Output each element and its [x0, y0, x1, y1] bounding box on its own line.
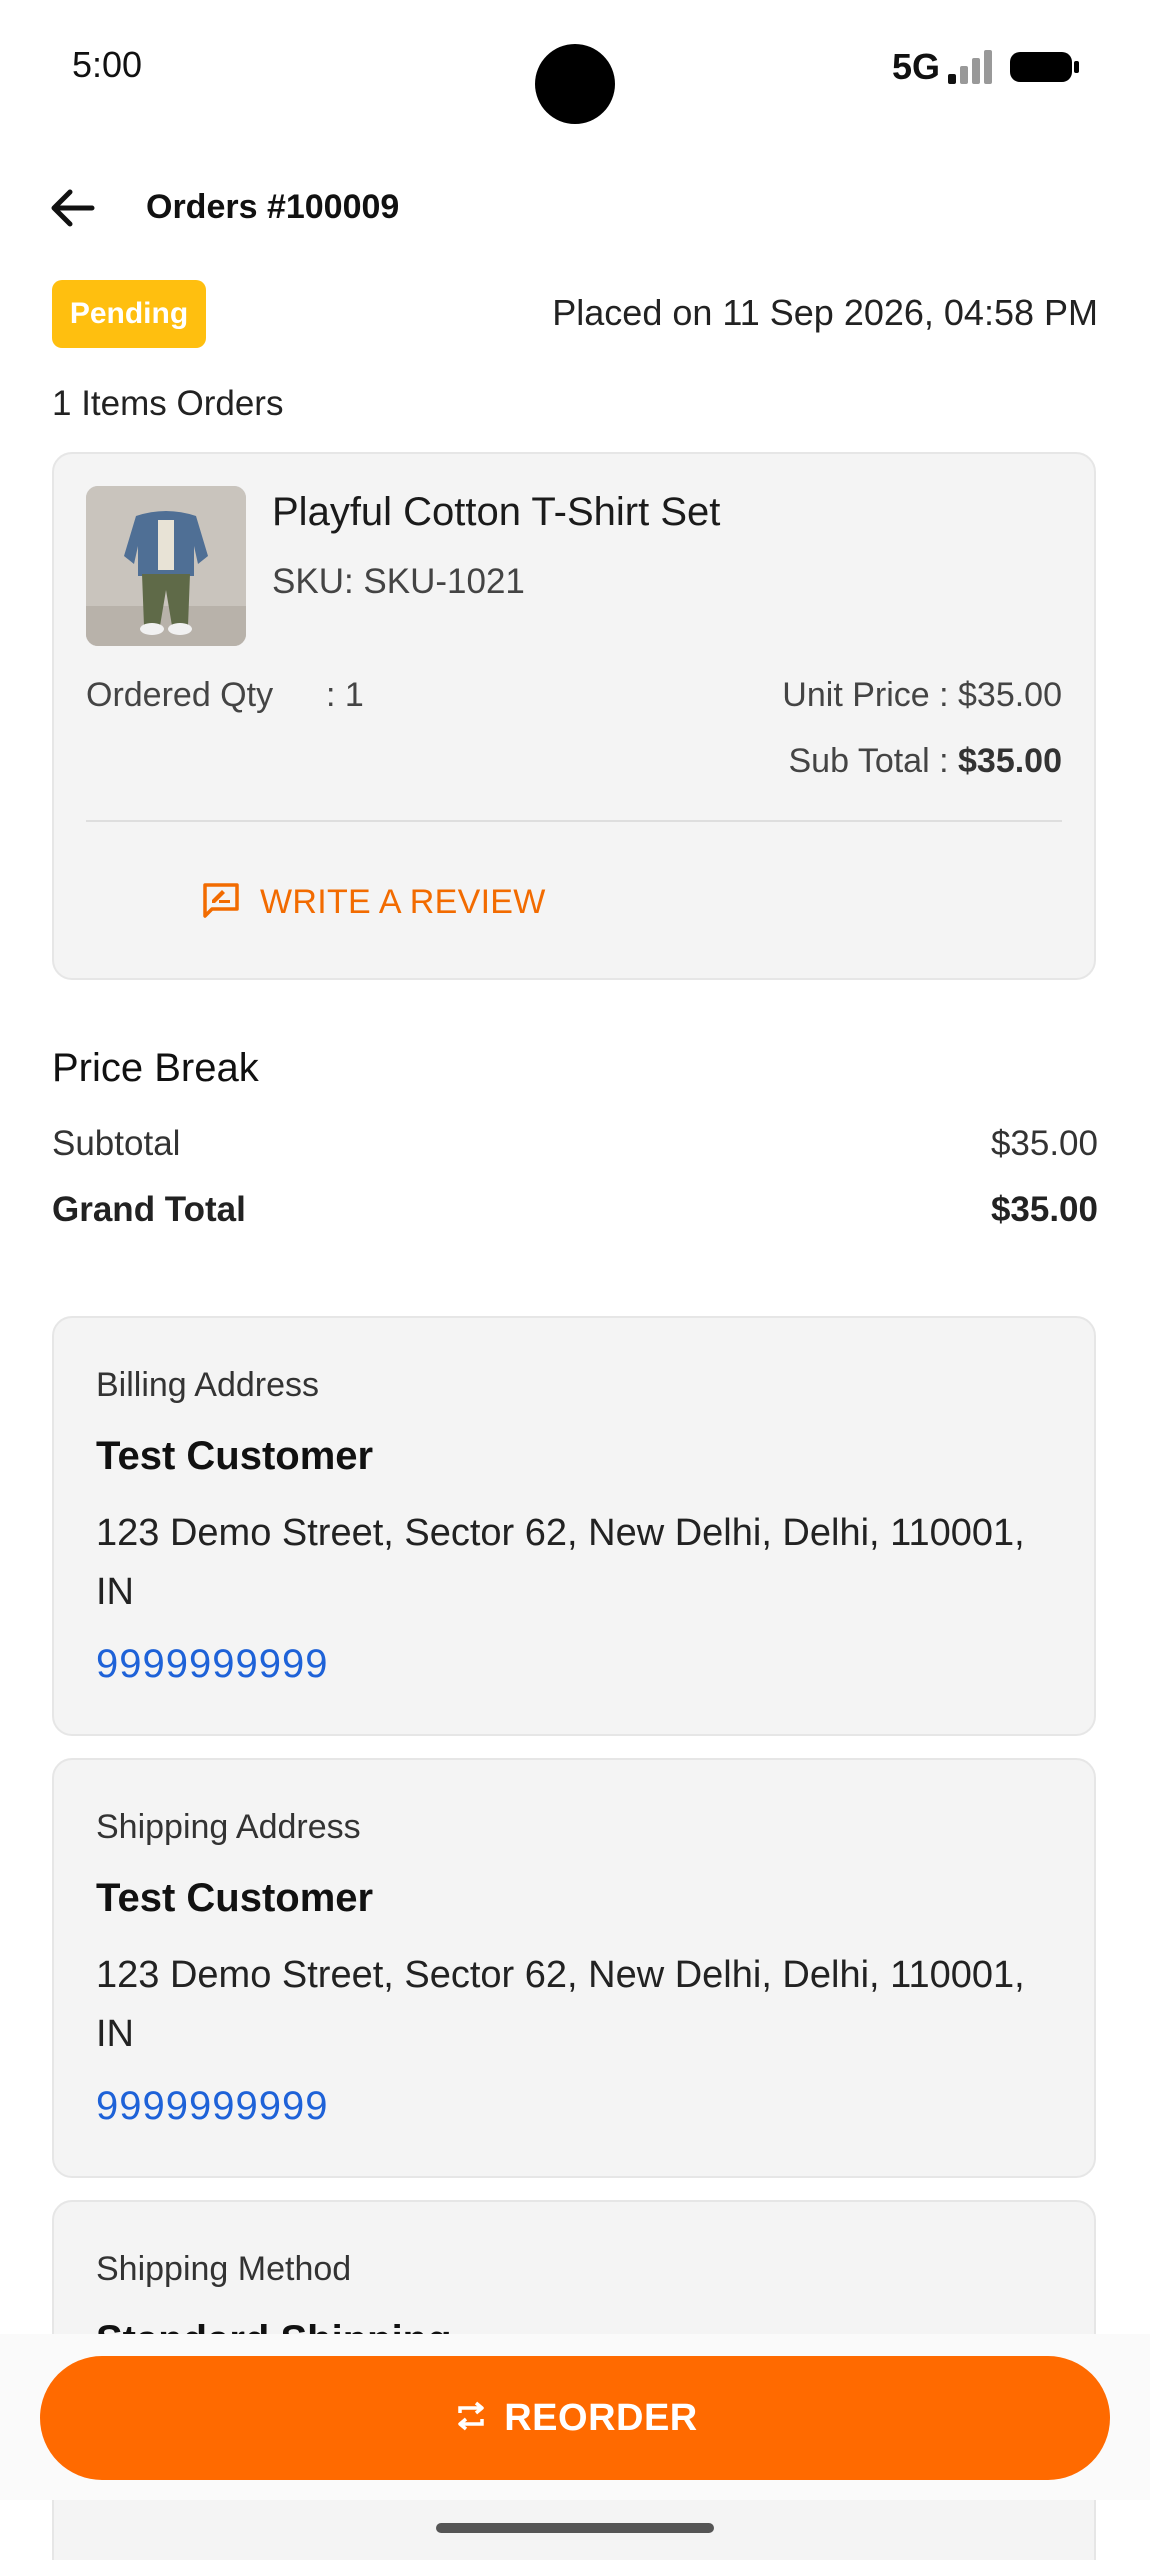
billing-phone-link[interactable]: 9999999999 [96, 1642, 328, 1687]
placed-date: Placed on 11 Sep 2026, 04:58 PM [552, 292, 1098, 333]
reorder-label: REORDER [504, 2396, 698, 2439]
billing-address-card: Billing Address Test Customer 123 Demo S… [52, 1316, 1096, 1736]
billing-name: Test Customer [96, 1434, 374, 1478]
sub-total-value: $35.00 [958, 742, 1062, 780]
price-break-title: Price Break [52, 1046, 259, 1090]
page-title: Orders #100009 [146, 188, 400, 226]
bottom-action-bar: REORDER [0, 2334, 1150, 2500]
sub-total-label: Sub Total : [788, 742, 958, 780]
subtotal-value: $35.00 [990, 1124, 1098, 1163]
back-arrow-icon[interactable] [44, 180, 100, 236]
reorder-button[interactable]: REORDER [40, 2356, 1110, 2480]
shipping-phone-link[interactable]: 9999999999 [96, 2084, 328, 2129]
ordered-qty-label: Ordered Qty [86, 676, 274, 714]
network-type: 5G [892, 46, 941, 87]
product-image[interactable] [86, 486, 246, 646]
status-badge: Pending [52, 280, 206, 348]
unit-price: Unit Price : $35.00 [782, 676, 1062, 714]
rate-review-icon [200, 879, 242, 926]
product-name[interactable]: Playful Cotton T-Shirt Set [272, 490, 720, 535]
billing-address-text: 123 Demo Street, Sector 62, New Delhi, D… [96, 1512, 1025, 1613]
shipping-address-text: 123 Demo Street, Sector 62, New Delhi, D… [96, 1954, 1025, 2055]
write-review-button[interactable]: WRITE A REVIEW [200, 874, 546, 930]
shipping-address-card: Shipping Address Test Customer 123 Demo … [52, 1758, 1096, 2178]
item-sub-total: Sub Total : $35.00 [789, 742, 1063, 781]
grand-total-value: $35.00 [990, 1190, 1098, 1229]
write-review-label: WRITE A REVIEW [260, 882, 546, 921]
signal-icon [948, 50, 996, 84]
order-item-card: Playful Cotton T-Shirt Set SKU: SKU-1021… [52, 452, 1096, 980]
subtotal-label: Subtotal [52, 1124, 181, 1163]
status-time: 5:00 [72, 44, 143, 85]
battery-icon [1010, 52, 1079, 82]
status-bar: 5:00 5G [0, 0, 1150, 140]
camera-cutout [535, 44, 615, 124]
repeat-icon [452, 2397, 490, 2440]
items-count: 1 Items Orders [52, 384, 284, 423]
grand-total-label: Grand Total [52, 1190, 246, 1229]
ordered-qty-value: : 1 [326, 676, 364, 714]
divider [86, 820, 1062, 822]
shipping-address-label: Shipping Address [96, 1808, 361, 1846]
product-sku: SKU: SKU-1021 [272, 562, 525, 601]
app-header: Orders #100009 [0, 170, 1150, 245]
billing-address-label: Billing Address [96, 1366, 320, 1404]
order-details-screen: 5:00 5G Orders #100009 Pending Placed on… [0, 0, 1150, 2560]
shipping-method-label: Shipping Method [96, 2250, 352, 2288]
shipping-name: Test Customer [96, 1876, 374, 1920]
home-indicator[interactable] [436, 2523, 714, 2533]
